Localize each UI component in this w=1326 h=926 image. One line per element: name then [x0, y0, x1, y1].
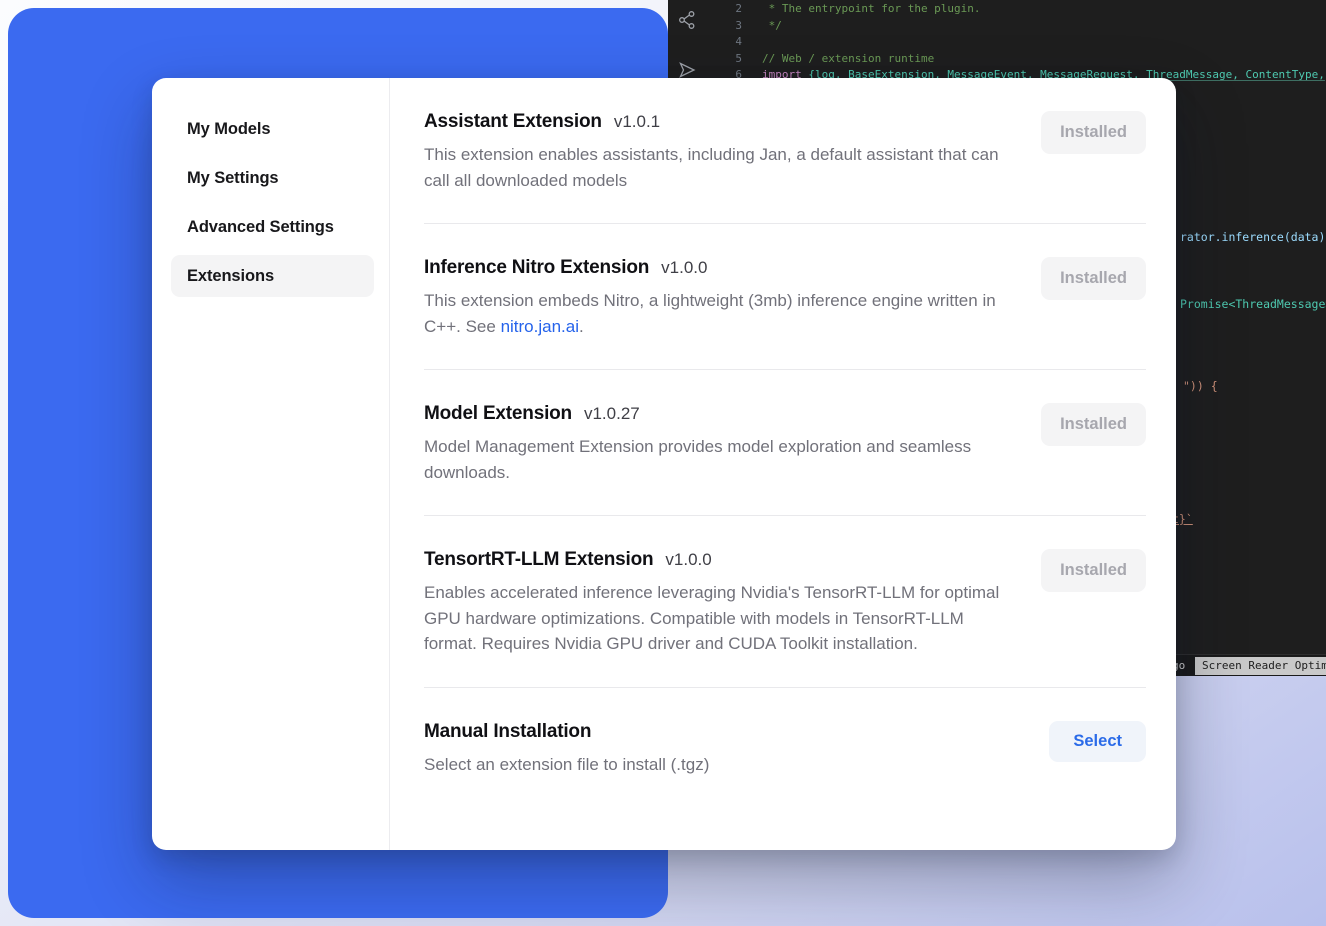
extension-version: v1.0.27	[584, 404, 640, 424]
code-text: // Web / extension runtime	[742, 51, 934, 68]
code-line: 3 */	[668, 18, 1326, 35]
extension-title: Assistant Extension	[424, 111, 602, 133]
nitro-link[interactable]: nitro.jan.ai	[501, 317, 579, 336]
extension-description: This extension enables assistants, inclu…	[424, 142, 1006, 193]
installed-button[interactable]: Installed	[1041, 549, 1146, 592]
extension-row-assistant: Assistant Extension v1.0.1 This extensio…	[424, 78, 1146, 224]
description-text: .	[579, 317, 584, 336]
settings-content: Assistant Extension v1.0.1 This extensio…	[390, 78, 1176, 850]
extension-version: v1.0.0	[661, 258, 707, 278]
extension-version: v1.0.0	[665, 550, 711, 570]
code-line: 4	[668, 34, 1326, 51]
line-number: 2	[668, 1, 742, 18]
settings-modal: My Models My Settings Advanced Settings …	[152, 78, 1176, 850]
manual-installation-row: Manual Installation Select an extension …	[424, 688, 1146, 808]
line-number: 3	[668, 18, 742, 35]
code-text: * The entrypoint for the plugin.	[742, 1, 981, 18]
line-number: 4	[668, 34, 742, 51]
sidebar-item-my-settings[interactable]: My Settings	[171, 157, 374, 199]
code-area: 2 * The entrypoint for the plugin. 3 */ …	[668, 1, 1326, 84]
installed-button[interactable]: Installed	[1041, 111, 1146, 154]
extension-description: This extension embeds Nitro, a lightweig…	[424, 288, 1006, 339]
manual-installation-description: Select an extension file to install (.tg…	[424, 752, 709, 778]
extension-title: Model Extension	[424, 403, 572, 425]
extension-title: TensortRT-LLM Extension	[424, 549, 653, 571]
code-line: 2 * The entrypoint for the plugin.	[668, 1, 1326, 18]
sidebar-item-extensions[interactable]: Extensions	[171, 255, 374, 297]
extension-version: v1.0.1	[614, 112, 660, 132]
code-text: */	[742, 18, 782, 35]
screen-reader-chip[interactable]: Screen Reader Optimized	[1195, 657, 1326, 675]
extension-description: Enables accelerated inference leveraging…	[424, 580, 1006, 657]
code-fragment: ")) {	[1183, 379, 1218, 393]
code-text	[742, 34, 762, 51]
extension-description: Model Management Extension provides mode…	[424, 434, 1006, 485]
settings-sidebar: My Models My Settings Advanced Settings …	[152, 78, 390, 850]
extension-row-model: Model Extension v1.0.27 Model Management…	[424, 370, 1146, 516]
code-line: 5 // Web / extension runtime	[668, 51, 1326, 68]
installed-button[interactable]: Installed	[1041, 403, 1146, 446]
sidebar-item-advanced-settings[interactable]: Advanced Settings	[171, 206, 374, 248]
installed-button[interactable]: Installed	[1041, 257, 1146, 300]
sidebar-item-my-models[interactable]: My Models	[171, 108, 374, 150]
extension-row-tensorrt: TensortRT-LLM Extension v1.0.0 Enables a…	[424, 516, 1146, 688]
line-number: 5	[668, 51, 742, 68]
extension-row-nitro: Inference Nitro Extension v1.0.0 This ex…	[424, 224, 1146, 370]
extension-title: Inference Nitro Extension	[424, 257, 649, 279]
select-button[interactable]: Select	[1049, 721, 1146, 762]
code-fragment: rator.inference(data));	[1180, 230, 1326, 244]
manual-installation-title: Manual Installation	[424, 721, 591, 743]
code-fragment: Promise<ThreadMessage>	[1180, 297, 1326, 311]
